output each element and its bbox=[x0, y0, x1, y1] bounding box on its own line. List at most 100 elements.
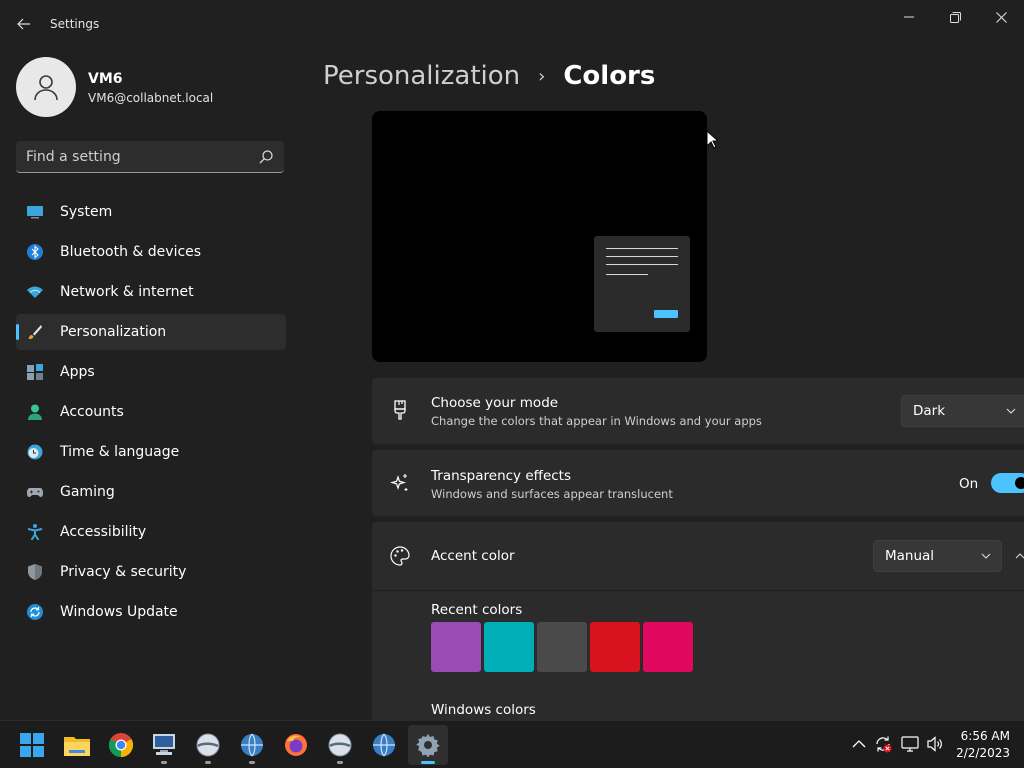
accent-dropdown[interactable]: Manual bbox=[873, 540, 1002, 572]
preview-line bbox=[606, 274, 648, 275]
folder-icon bbox=[64, 737, 90, 756]
bluetooth-icon bbox=[27, 244, 43, 260]
sidebar-item-accessibility[interactable]: Accessibility bbox=[16, 514, 286, 550]
taskbar-chrome[interactable] bbox=[101, 725, 141, 765]
accounts-icon bbox=[28, 404, 42, 420]
sidebar-item-network[interactable]: Network & internet bbox=[16, 274, 286, 310]
shield-icon bbox=[28, 564, 42, 580]
profile-email: VM6@collabnet.local bbox=[88, 91, 214, 105]
volume-icon[interactable] bbox=[926, 735, 944, 753]
mode-title: Choose your mode bbox=[431, 395, 559, 411]
mode-dropdown-value: Dark bbox=[913, 403, 946, 419]
color-swatch[interactable] bbox=[590, 622, 640, 672]
user-profile[interactable]: VM6 VM6@collabnet.local bbox=[16, 57, 286, 117]
globe-app-icon bbox=[196, 733, 220, 757]
sidebar-item-label: Personalization bbox=[60, 324, 167, 340]
sidebar-item-bluetooth[interactable]: Bluetooth & devices bbox=[16, 234, 286, 270]
theme-preview bbox=[372, 111, 707, 362]
color-swatch[interactable] bbox=[537, 622, 587, 672]
page-title: Colors bbox=[563, 61, 656, 91]
sidebar-item-time-language[interactable]: Time & language bbox=[16, 434, 286, 470]
start-button[interactable] bbox=[12, 725, 52, 765]
sidebar-item-gaming[interactable]: Gaming bbox=[16, 474, 286, 510]
transparency-state-label: On bbox=[959, 476, 979, 492]
clock-time: 6:56 AM bbox=[960, 729, 1010, 743]
search-input[interactable] bbox=[26, 146, 246, 168]
apps-icon bbox=[27, 364, 43, 380]
close-icon bbox=[995, 11, 1007, 23]
recent-colors bbox=[431, 622, 693, 672]
system-clock[interactable]: 6:56 AM 2/2/2023 bbox=[956, 728, 1010, 762]
mode-dropdown[interactable]: Dark bbox=[901, 395, 1024, 427]
sidebar-nav: System Bluetooth & devices Network & int… bbox=[16, 194, 286, 634]
back-arrow-icon bbox=[17, 18, 30, 30]
color-swatch[interactable] bbox=[484, 622, 534, 672]
computer-icon bbox=[153, 734, 175, 755]
sidebar-item-accounts[interactable]: Accounts bbox=[16, 394, 286, 430]
color-swatch[interactable] bbox=[643, 622, 693, 672]
taskbar-app-4[interactable] bbox=[364, 725, 404, 765]
chevron-up-icon[interactable] bbox=[850, 735, 868, 753]
running-indicator bbox=[161, 761, 167, 764]
windows-logo-icon bbox=[20, 733, 44, 757]
sidebar-item-label: Accounts bbox=[60, 404, 124, 420]
active-indicator bbox=[421, 761, 435, 764]
taskbar-app-2[interactable] bbox=[232, 725, 272, 765]
taskbar-firefox[interactable] bbox=[276, 725, 316, 765]
taskbar-app-1[interactable] bbox=[188, 725, 228, 765]
sidebar-item-system[interactable]: System bbox=[16, 194, 286, 230]
transparency-title: Transparency effects bbox=[431, 468, 571, 484]
taskbar-file-explorer[interactable] bbox=[57, 725, 97, 765]
sidebar-item-personalization[interactable]: Personalization bbox=[16, 314, 286, 350]
sidebar-item-label: Network & internet bbox=[60, 284, 194, 300]
palette-icon bbox=[390, 546, 410, 566]
mode-subtitle: Change the colors that appear in Windows… bbox=[431, 414, 762, 428]
sidebar-item-label: Accessibility bbox=[60, 524, 147, 540]
wifi-icon bbox=[27, 286, 43, 298]
search-box bbox=[16, 141, 284, 173]
sidebar-item-apps[interactable]: Apps bbox=[16, 354, 286, 390]
accent-title: Accent color bbox=[431, 548, 515, 564]
sidebar-item-label: Bluetooth & devices bbox=[60, 244, 202, 260]
color-swatch[interactable] bbox=[431, 622, 481, 672]
taskbar-settings[interactable] bbox=[408, 725, 448, 765]
taskbar: 6:56 AM 2/2/2023 bbox=[0, 720, 1024, 768]
windows-colors-label: Windows colors bbox=[431, 702, 536, 718]
transparency-toggle[interactable] bbox=[991, 473, 1024, 493]
brush-icon bbox=[28, 325, 42, 339]
taskbar-app-3[interactable] bbox=[320, 725, 360, 765]
app-title: Settings bbox=[50, 17, 100, 31]
title-bar: Settings bbox=[0, 0, 1024, 48]
close-button[interactable] bbox=[978, 4, 1024, 30]
transparency-subtitle: Windows and surfaces appear translucent bbox=[431, 487, 673, 501]
accent-dropdown-value: Manual bbox=[885, 548, 935, 564]
chevron-up-icon[interactable] bbox=[1015, 551, 1024, 561]
accessibility-icon bbox=[27, 524, 43, 540]
clock-date: 2/2/2023 bbox=[956, 746, 1010, 760]
clock-icon bbox=[27, 444, 43, 460]
sidebar-item-label: Apps bbox=[60, 364, 95, 380]
sync-error-icon[interactable] bbox=[874, 735, 892, 753]
network-icon[interactable] bbox=[901, 735, 919, 753]
avatar bbox=[16, 57, 76, 117]
search-icon[interactable] bbox=[258, 149, 274, 165]
breadcrumb: Personalization › Colors bbox=[323, 58, 655, 94]
sidebar-item-label: System bbox=[60, 204, 113, 220]
profile-name: VM6 bbox=[88, 71, 123, 87]
taskbar-remote-app[interactable] bbox=[144, 725, 184, 765]
sidebar-item-windows-update[interactable]: Windows Update bbox=[16, 594, 286, 630]
restore-button[interactable] bbox=[932, 4, 978, 30]
minimize-button[interactable] bbox=[886, 4, 932, 30]
sidebar-item-privacy-security[interactable]: Privacy & security bbox=[16, 554, 286, 590]
preview-line bbox=[606, 248, 678, 249]
mode-card: Choose your mode Change the colors that … bbox=[372, 378, 1024, 444]
accent-card[interactable]: Accent color Manual bbox=[372, 522, 1024, 590]
mouse-cursor-icon bbox=[706, 130, 718, 149]
sidebar-item-label: Windows Update bbox=[60, 604, 178, 620]
back-button[interactable] bbox=[10, 12, 38, 36]
preview-line bbox=[606, 256, 678, 257]
accent-options: Recent colors Windows colors bbox=[372, 590, 1024, 720]
paint-bucket-icon bbox=[394, 400, 406, 420]
breadcrumb-parent[interactable]: Personalization bbox=[323, 61, 520, 91]
network-globe-icon bbox=[241, 733, 263, 757]
